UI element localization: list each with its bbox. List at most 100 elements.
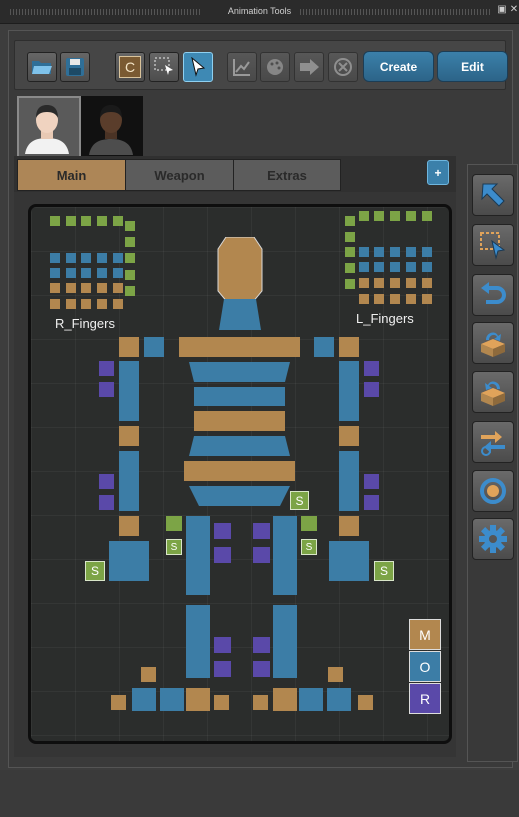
right-leg-ik-3[interactable]	[214, 637, 231, 653]
right-finger-select-top-0[interactable]	[50, 216, 60, 226]
left-finger-select-side-2[interactable]	[345, 247, 355, 257]
right-thigh-control[interactable]	[186, 516, 210, 595]
spine-lower-control[interactable]	[189, 436, 290, 456]
right-arm-ik-3[interactable]	[99, 474, 114, 489]
right-finger-2-2[interactable]	[81, 283, 91, 293]
left-heel-control[interactable]	[328, 667, 343, 682]
left-elbow-control[interactable]	[339, 426, 359, 446]
box-in-button[interactable]	[472, 322, 514, 364]
add-tab-button[interactable]: +	[427, 160, 449, 185]
right-finger-1-1[interactable]	[66, 268, 76, 278]
left-arm-ik-3[interactable]	[364, 474, 379, 489]
left-ankle-control[interactable]	[253, 695, 268, 710]
right-hand-control[interactable]	[109, 541, 149, 581]
right-ball-control[interactable]	[160, 688, 184, 711]
left-finger-tip-4[interactable]	[422, 294, 432, 304]
character-button[interactable]: C	[115, 52, 145, 82]
right-finger-4-1[interactable]	[113, 268, 123, 278]
left-finger-tip-1[interactable]	[374, 294, 384, 304]
left-leg-ik-4[interactable]	[253, 661, 270, 677]
avatar-light[interactable]	[17, 96, 81, 160]
right-finger-select-side-2[interactable]	[125, 253, 135, 263]
right-finger-2-1[interactable]	[81, 268, 91, 278]
left-shin-control[interactable]	[273, 605, 297, 678]
swap-button[interactable]	[472, 421, 514, 463]
settings-button[interactable]	[472, 518, 514, 560]
left-arm-ik-2[interactable]	[364, 382, 379, 397]
right-finger-3-2[interactable]	[97, 283, 107, 293]
right-arm-ik-1[interactable]	[99, 361, 114, 376]
close-icon[interactable]: ✕	[509, 5, 519, 15]
left-finger-tip-3[interactable]	[406, 294, 416, 304]
right-foot-control[interactable]	[186, 688, 210, 711]
right-wrist-control[interactable]	[119, 516, 139, 536]
right-finger-tip-2[interactable]	[81, 299, 91, 309]
right-ankle-control[interactable]	[214, 695, 229, 710]
left-toe-control[interactable]	[327, 688, 351, 711]
left-upperarm-control[interactable]	[339, 361, 359, 421]
right-finger-select-top-3[interactable]	[97, 216, 107, 226]
head-control[interactable]	[216, 237, 264, 305]
hips-switch-button[interactable]: S	[290, 491, 309, 510]
right-leg-ik-2[interactable]	[214, 547, 231, 563]
box-out-button[interactable]	[472, 371, 514, 413]
right-finger-4-2[interactable]	[113, 283, 123, 293]
right-elbow-control[interactable]	[119, 426, 139, 446]
right-arm-ik-4[interactable]	[99, 495, 114, 510]
right-finger-0-1[interactable]	[50, 268, 60, 278]
right-leg-switch-button[interactable]: S	[166, 539, 182, 555]
left-finger-4-1[interactable]	[422, 262, 432, 272]
tab-weapon[interactable]: Weapon	[125, 159, 234, 191]
left-finger-4-2[interactable]	[422, 278, 432, 288]
pointer-select-button[interactable]	[183, 52, 213, 82]
cancel-button[interactable]	[328, 52, 358, 82]
left-finger-3-2[interactable]	[406, 278, 416, 288]
right-toe-control[interactable]	[132, 688, 156, 711]
left-wrist-control[interactable]	[339, 516, 359, 536]
spine-mid-control[interactable]	[194, 387, 285, 406]
right-finger-1-0[interactable]	[66, 253, 76, 263]
left-finger-select-side-4[interactable]	[345, 279, 355, 289]
create-button[interactable]: Create	[363, 51, 434, 82]
left-finger-1-0[interactable]	[374, 247, 384, 257]
chest-control[interactable]	[179, 337, 300, 357]
rect-select-button[interactable]	[149, 52, 179, 82]
left-finger-select-top-0[interactable]	[359, 211, 369, 221]
left-finger-select-side-3[interactable]	[345, 263, 355, 273]
right-hand-switch-button[interactable]: S	[85, 561, 105, 581]
pelvis-control[interactable]	[189, 486, 290, 506]
left-finger-3-1[interactable]	[406, 262, 416, 272]
left-forearm-control[interactable]	[339, 451, 359, 511]
left-finger-select-top-4[interactable]	[422, 211, 432, 221]
left-finger-1-1[interactable]	[374, 262, 384, 272]
left-leg-toggle[interactable]	[301, 516, 317, 531]
left-finger-2-0[interactable]	[390, 247, 400, 257]
neck-control[interactable]	[218, 299, 262, 331]
box-select-button[interactable]	[472, 224, 514, 266]
left-finger-select-top-3[interactable]	[406, 211, 416, 221]
left-finger-select-top-1[interactable]	[374, 211, 384, 221]
right-finger-tip-1[interactable]	[66, 299, 76, 309]
right-finger-select-top-1[interactable]	[66, 216, 76, 226]
right-shin-control[interactable]	[186, 605, 210, 678]
left-toe-tip-control[interactable]	[358, 695, 373, 710]
left-leg-switch-button[interactable]: S	[301, 539, 317, 555]
forward-button[interactable]	[294, 52, 324, 82]
right-arm-ik-2[interactable]	[99, 382, 114, 397]
left-finger-0-0[interactable]	[359, 247, 369, 257]
left-shoulder-control[interactable]	[314, 337, 334, 357]
left-leg-ik-1[interactable]	[253, 523, 270, 539]
hips-control[interactable]	[184, 461, 295, 481]
right-finger-1-2[interactable]	[66, 283, 76, 293]
mor-o-button[interactable]: O	[409, 651, 441, 682]
tab-main[interactable]: Main	[17, 159, 126, 191]
avatar-dark[interactable]	[81, 96, 143, 158]
right-finger-tip-3[interactable]	[97, 299, 107, 309]
left-finger-0-1[interactable]	[359, 262, 369, 272]
left-finger-select-side-1[interactable]	[345, 232, 355, 242]
right-leg-ik-4[interactable]	[214, 661, 231, 677]
right-finger-select-side-0[interactable]	[125, 221, 135, 231]
save-button[interactable]	[60, 52, 90, 82]
right-finger-select-top-2[interactable]	[81, 216, 91, 226]
left-finger-2-1[interactable]	[390, 262, 400, 272]
